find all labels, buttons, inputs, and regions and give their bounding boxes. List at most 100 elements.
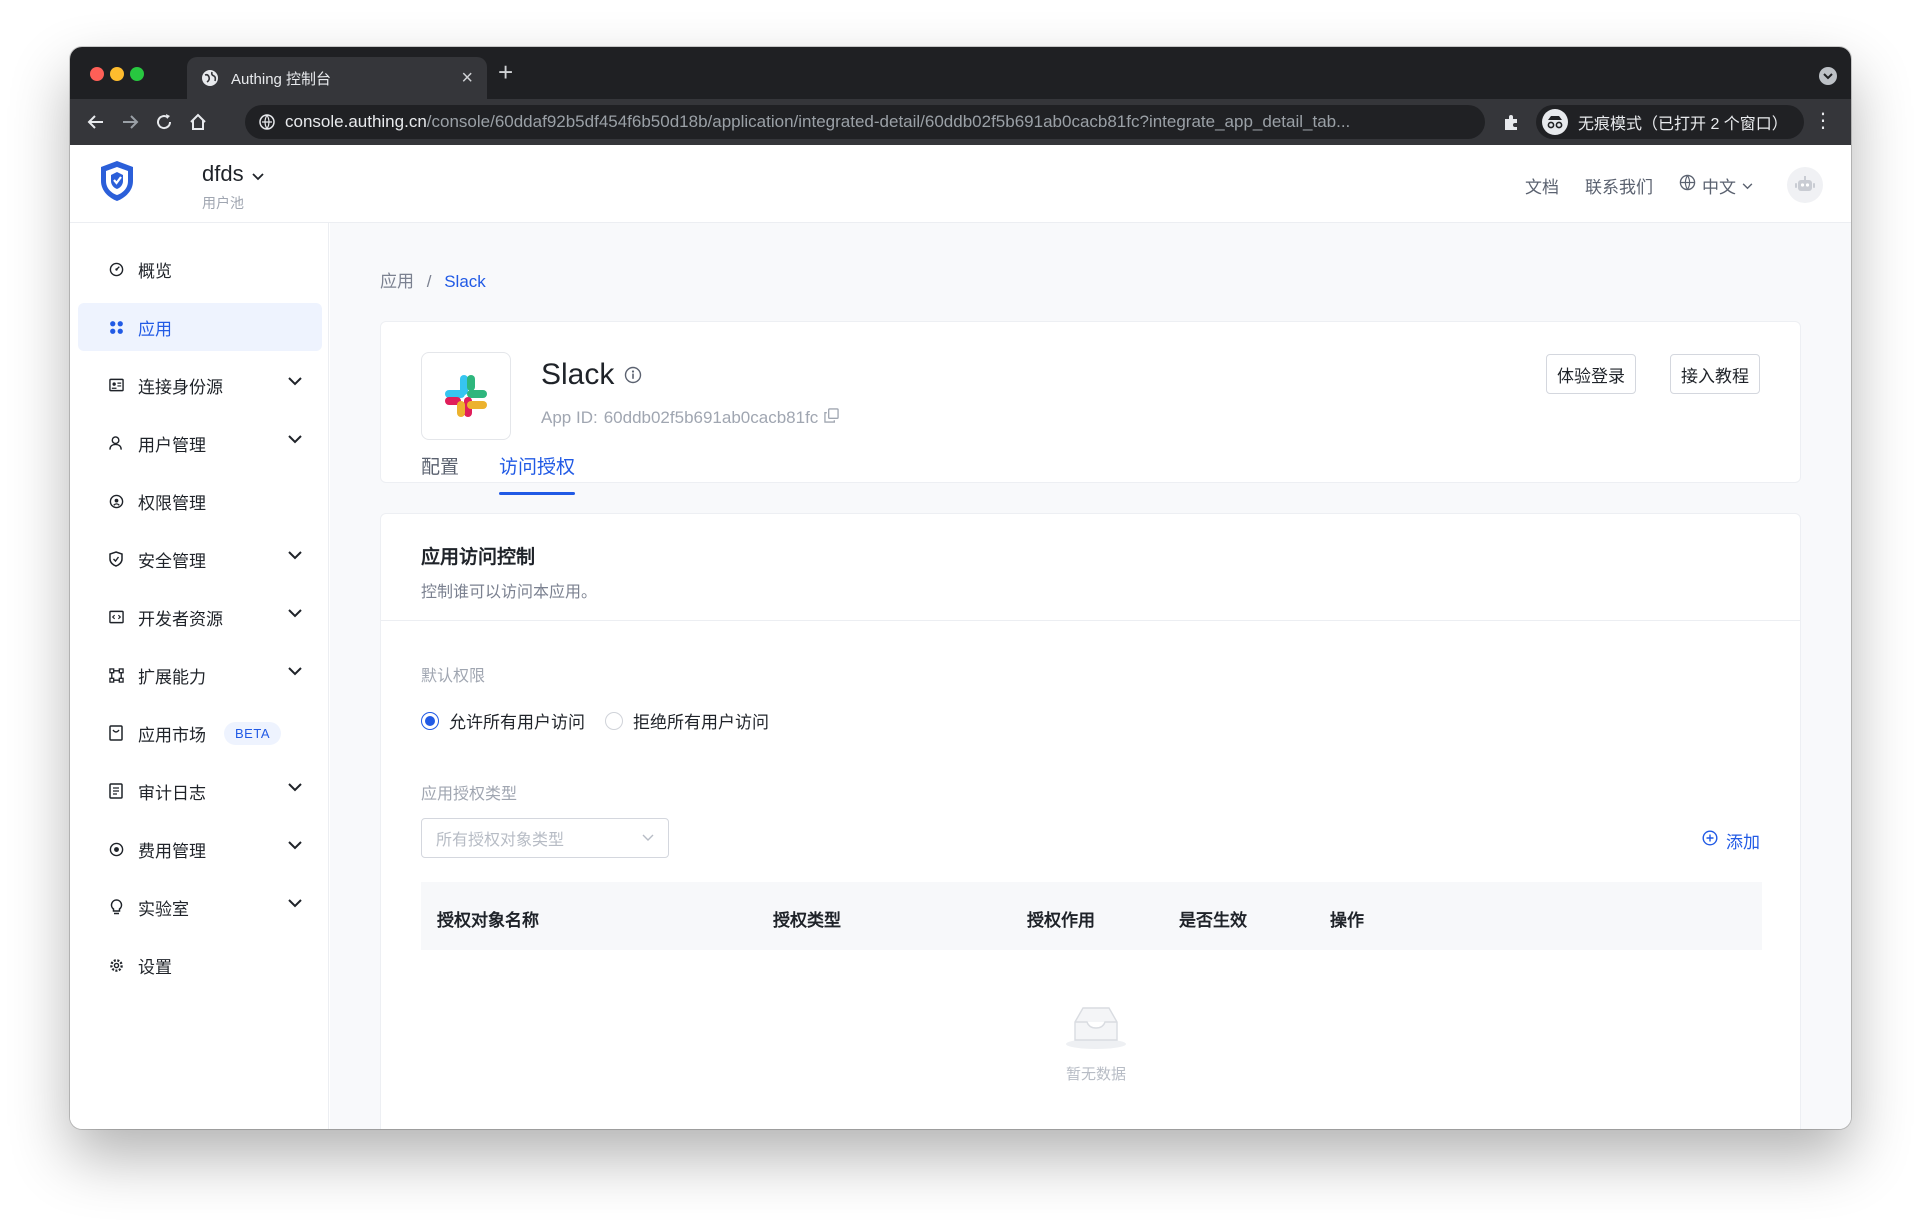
column-header-actions: 操作 [1330, 911, 1364, 930]
code-icon [108, 609, 124, 625]
chevron-down-icon [288, 377, 302, 386]
default-permission-radio-group: 允许所有用户访问 拒绝所有用户访问 [421, 708, 769, 733]
chevron-down-icon [288, 435, 302, 444]
app-name: Slack [541, 358, 615, 391]
extension-icon [108, 667, 124, 683]
sidebar-item-label: 审计日志 [138, 783, 206, 803]
section-title: 应用访问控制 [421, 547, 536, 568]
user-icon [108, 435, 124, 451]
select-placeholder: 所有授权对象类型 [436, 832, 565, 849]
chevron-down-icon [1742, 175, 1753, 195]
sidebar-item-label: 实验室 [138, 899, 189, 919]
url-path: /console/60ddaf92b5df454f6b50d18b/applic… [426, 112, 1351, 131]
sidebar-item-identity-sources[interactable]: 连接身份源 [78, 361, 322, 409]
breadcrumb-separator: / [426, 272, 432, 291]
incognito-icon [1542, 109, 1568, 135]
tab-access-authorization[interactable]: 访问授权 [499, 452, 576, 495]
extensions-icon[interactable] [1502, 113, 1520, 136]
copy-icon[interactable] [824, 408, 840, 428]
sidebar-item-billing[interactable]: 费用管理 [78, 825, 322, 873]
sidebar-item-permissions[interactable]: 权限管理 [78, 477, 322, 525]
chevron-down-icon [288, 899, 302, 908]
try-login-button[interactable]: 体验登录 [1546, 354, 1636, 394]
chevron-down-icon [642, 829, 654, 847]
access-control-card: 应用访问控制 控制谁可以访问本应用。 默认权限 允许所有用户访问 拒绝所有用户访… [380, 513, 1801, 1129]
chevron-down-icon [288, 609, 302, 618]
info-icon[interactable] [624, 358, 642, 392]
address-bar[interactable]: console.authing.cn/console/60ddaf92b5df4… [245, 105, 1485, 139]
radio-checked-icon [421, 711, 439, 730]
sidebar-item-users[interactable]: 用户管理 [78, 419, 322, 467]
sidebar-item-marketplace[interactable]: 应用市场 BETA [78, 709, 322, 757]
column-header-enabled: 是否生效 [1179, 911, 1247, 930]
authing-logo-icon[interactable] [98, 159, 136, 208]
avatar[interactable] [1787, 167, 1823, 203]
auth-type-select[interactable]: 所有授权对象类型 [421, 818, 669, 858]
sidebar-item-label: 应用 [138, 319, 172, 339]
browser-window: Authing 控制台 × + console.authing.cn/conso… [70, 47, 1851, 1129]
site-info-icon[interactable] [259, 114, 275, 130]
app-id-value: 60ddb02f5b691ab0cacb81fc [603, 408, 819, 427]
minimize-window-button[interactable] [110, 67, 124, 81]
add-authorization-button[interactable]: 添加 [1702, 828, 1760, 853]
bulb-icon [108, 899, 124, 915]
log-icon [108, 783, 124, 799]
sidebar-item-security[interactable]: 安全管理 [78, 535, 322, 583]
chevron-down-icon [288, 841, 302, 850]
app-id-label: App ID: [541, 408, 598, 427]
auth-type-label: 应用授权类型 [421, 786, 518, 803]
close-window-button[interactable] [90, 67, 104, 81]
column-header-effect: 授权作用 [1027, 911, 1095, 930]
breadcrumb-current: Slack [444, 272, 486, 291]
sidebar-item-overview[interactable]: 概览 [78, 245, 322, 293]
user-pool-switcher[interactable]: dfds 用户池 [202, 161, 264, 213]
sidebar-item-audit-log[interactable]: 审计日志 [78, 767, 322, 815]
sidebar-item-label: 开发者资源 [138, 609, 223, 629]
sidebar-item-settings[interactable]: 设置 [78, 941, 322, 989]
forward-icon[interactable] [116, 108, 144, 136]
chevron-down-icon [288, 551, 302, 560]
app-tabs: 配置 访问授权 [421, 452, 576, 495]
sidebar-item-label: 权限管理 [138, 493, 206, 513]
section-description: 控制谁可以访问本应用。 [421, 584, 598, 601]
slack-logo-icon [421, 352, 511, 440]
globe-icon [1679, 174, 1696, 196]
reload-icon[interactable] [150, 108, 178, 136]
tab-config[interactable]: 配置 [421, 452, 459, 495]
app-header: dfds 用户池 文档 联系我们 中文 [70, 145, 1851, 223]
main-content: 应用 / Slack Slack App ID: 60ddb02f5b691ab… [330, 223, 1851, 1129]
market-icon [108, 725, 124, 741]
close-tab-icon[interactable]: × [461, 68, 473, 88]
sidebar-item-apps[interactable]: 应用 [78, 303, 322, 351]
sidebar-item-developer[interactable]: 开发者资源 [78, 593, 322, 641]
sidebar-item-label: 扩展能力 [138, 667, 206, 687]
tutorial-button[interactable]: 接入教程 [1670, 354, 1760, 394]
table-header: 授权对象名称 授权类型 授权作用 是否生效 操作 [421, 882, 1762, 950]
column-header-name: 授权对象名称 [437, 911, 539, 930]
radio-unchecked-icon [605, 711, 623, 730]
divider [381, 620, 1800, 621]
sidebar-item-lab[interactable]: 实验室 [78, 883, 322, 931]
deny-all-radio[interactable]: 拒绝所有用户访问 [605, 708, 769, 733]
new-tab-button[interactable]: + [498, 59, 513, 85]
browser-menu-icon[interactable]: ⋮ [1813, 111, 1833, 131]
back-icon[interactable] [82, 108, 110, 136]
contact-link[interactable]: 联系我们 [1585, 173, 1653, 198]
deny-all-label: 拒绝所有用户访问 [633, 713, 769, 732]
allow-all-radio[interactable]: 允许所有用户访问 [421, 708, 585, 733]
incognito-indicator[interactable]: 无痕模式（已打开 2 个窗口） [1536, 105, 1804, 139]
column-header-type: 授权类型 [773, 911, 841, 930]
url-host: console.authing.cn [285, 112, 427, 131]
tab-title: Authing 控制台 [231, 70, 332, 88]
docs-link[interactable]: 文档 [1525, 173, 1559, 198]
chevron-down-icon [288, 667, 302, 676]
id-card-icon [108, 377, 124, 393]
language-switcher[interactable]: 中文 [1679, 173, 1753, 198]
browser-tab[interactable]: Authing 控制台 × [187, 57, 487, 99]
tab-search-icon[interactable] [1819, 67, 1837, 85]
breadcrumb-parent[interactable]: 应用 [380, 272, 414, 291]
empty-box-icon [1063, 1004, 1129, 1055]
home-icon[interactable] [184, 108, 212, 136]
sidebar-item-extensions[interactable]: 扩展能力 [78, 651, 322, 699]
maximize-window-button[interactable] [130, 67, 144, 81]
